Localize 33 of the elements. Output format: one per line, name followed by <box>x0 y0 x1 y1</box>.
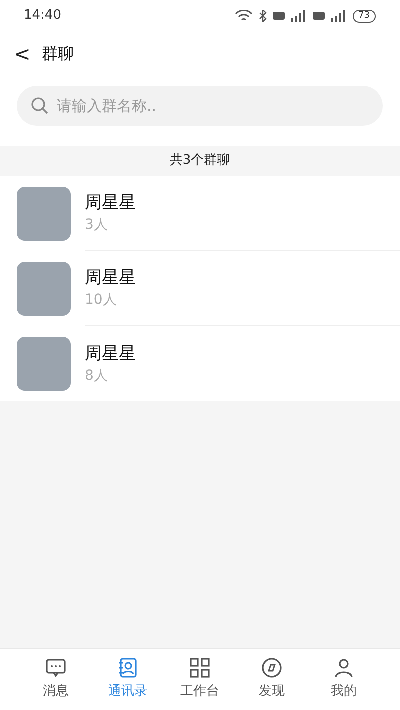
search-field[interactable]: 请输入群名称.. <box>17 86 383 126</box>
compass-icon <box>261 657 283 680</box>
wifi-icon <box>234 10 253 22</box>
tab-bar-item[interactable]: 我的 <box>308 649 380 710</box>
group-avatar <box>17 262 71 316</box>
group-item[interactable]: 周星星 8人 <box>0 326 400 401</box>
grid-icon <box>189 657 211 680</box>
group-item[interactable]: 周星星 3人 <box>0 176 400 251</box>
section-header: 共3个群聊 <box>170 152 230 170</box>
group-name: 周星星 <box>85 192 136 215</box>
tab-bar-item[interactable]: 工作台 <box>164 649 236 710</box>
search-icon <box>31 97 49 115</box>
signal-icon <box>272 10 307 22</box>
group-avatar <box>17 186 71 240</box>
group-name: 周星星 <box>85 267 136 290</box>
member-count: 8人 <box>85 366 108 386</box>
group-name: 周星星 <box>85 342 136 366</box>
group-avatar <box>17 336 71 390</box>
member-count: 10人 <box>85 291 117 310</box>
back-button[interactable]: < <box>14 44 30 64</box>
group-item[interactable]: 周星星 10人 <box>0 251 400 326</box>
battery-level: 73 <box>352 10 376 22</box>
contact-book-icon <box>117 657 139 680</box>
member-count: 3人 <box>85 216 108 235</box>
signal-icon <box>312 10 347 22</box>
bluetooth-icon <box>258 10 267 22</box>
status-time: 14:40 <box>24 7 62 26</box>
tab-bar-item[interactable]: 通讯录 <box>92 649 164 710</box>
tab-bar-item[interactable]: 发现 <box>236 649 308 710</box>
person-icon <box>333 657 355 680</box>
tab-bar-item[interactable]: 消息 <box>20 649 92 710</box>
page-title: 群聊 <box>42 43 74 65</box>
chat-bubble-icon <box>45 657 67 680</box>
